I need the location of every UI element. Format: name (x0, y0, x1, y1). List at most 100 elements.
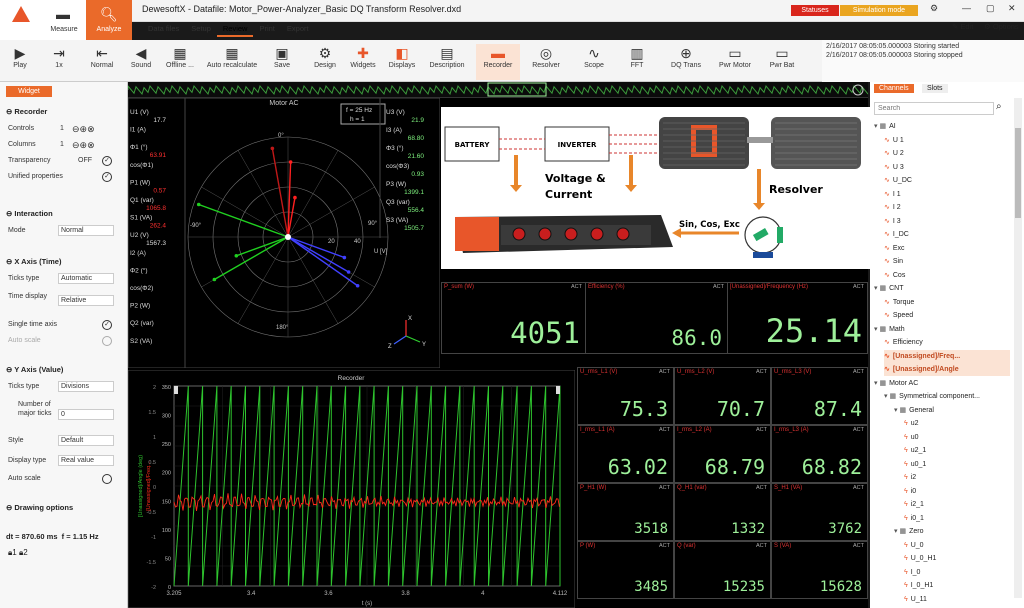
options-button[interactable]: ⚙ Options (984, 22, 1019, 31)
transparency-value[interactable]: OFF (78, 154, 92, 168)
channel-item[interactable]: ϟ i2_1 (904, 498, 1010, 511)
toolbar-1x-button[interactable]: ⇥ 1x (40, 44, 78, 80)
display-type-select[interactable]: Real value (58, 455, 114, 466)
slots-tab[interactable]: Slots (922, 84, 948, 93)
cursor-handle[interactable] (174, 386, 178, 394)
channel-item[interactable]: ∿ U 2 (884, 147, 1010, 160)
toolbar-widgets-button[interactable]: ✚ Widgets (344, 44, 382, 80)
minimize-icon[interactable]: — (962, 3, 971, 13)
scrollbar-thumb[interactable] (1015, 128, 1021, 218)
channel-item[interactable]: ∿ [Unassigned]/Freq... (884, 349, 1010, 363)
channel-item[interactable]: ϟ i2 (904, 471, 1010, 484)
stepper-icons[interactable]: ⊖⊕⊗ (72, 122, 95, 136)
digital-display[interactable]: I_rms_L2 (A) ACT 68.79 (674, 425, 771, 483)
mode-select[interactable]: Normal (58, 225, 114, 236)
channel-item[interactable]: ϟ U_0_H1 (904, 552, 1010, 565)
mode-measure-button[interactable]: ▬ Measure (42, 0, 86, 40)
channel-item[interactable]: ∿ Cos (884, 269, 1010, 282)
toolbar-design-button[interactable]: ⚙ Design (308, 44, 342, 80)
channel-item[interactable]: ∿ I_DC (884, 228, 1010, 241)
channel-item[interactable]: ϟ i0 (904, 485, 1010, 498)
channel-group[interactable]: ▾ ▦ AI (874, 120, 1010, 133)
digital-display[interactable]: Efficiency (%) ACT 86.0 (585, 282, 728, 354)
channel-item[interactable]: ∿ I 1 (884, 188, 1010, 201)
channel-item[interactable]: ϟ i0_1 (904, 512, 1010, 525)
time-display-select[interactable]: Relative (58, 295, 114, 306)
vector-scope[interactable]: Motor AC f = 25 Hz h = 1 0° 90° -90° 180° 20 40 U… (128, 98, 440, 368)
toolbar-sound-button[interactable]: ◀ Sound (124, 44, 158, 80)
toolbar-recorder-button[interactable]: ▬ Recorder (476, 44, 520, 80)
digital-display[interactable]: P (W) ACT 3485 (577, 541, 674, 599)
recorder-chart[interactable]: Recorder3.205 3.4 3.6 3.8 4 4.112t (s)3503002… (128, 370, 575, 608)
tab-data-files[interactable]: Data files (142, 22, 185, 35)
toolbar-pwr-bat-button[interactable]: ▭ Pwr Bat (760, 44, 804, 80)
channel-item[interactable]: ∿ I 2 (884, 201, 1010, 214)
channels-scrollbar[interactable] (1014, 98, 1022, 598)
channel-item[interactable]: ∿ [Unassigned]/Angle (884, 363, 1010, 376)
digital-display[interactable]: S (VA) ACT 15628 (771, 541, 868, 599)
channel-item[interactable]: ∿ Exc (884, 242, 1010, 255)
simulation-mode-badge[interactable]: Simulation mode (840, 5, 918, 16)
digital-display[interactable]: U_rms_L1 (V) ACT 75.3 (577, 367, 674, 425)
digital-display[interactable]: Q_H1 (var) ACT 1332 (674, 483, 771, 541)
toolbar-save-button[interactable]: ▣ Save (264, 44, 300, 80)
check-icon[interactable]: ✓ (102, 172, 112, 182)
check-icon[interactable]: ✓ (102, 156, 112, 166)
toolbar-normal-button[interactable]: ⇤ Normal (84, 44, 120, 80)
toolbar-auto-recalculate-button[interactable]: ▦ Auto recalculate (202, 44, 262, 80)
toolbar-fft-button[interactable]: ▥ FFT (620, 44, 654, 80)
maximize-icon[interactable]: ▢ (986, 3, 995, 14)
channel-item[interactable]: ∿ U 1 (884, 134, 1010, 147)
channel-item[interactable]: ϟ I_0_H1 (904, 579, 1010, 592)
tab-export[interactable]: Export (281, 22, 315, 35)
channel-item[interactable]: ϟ u2_1 (904, 444, 1010, 457)
channel-group[interactable]: ▾ ▦ CNT (874, 282, 1010, 295)
stepper-icons[interactable]: ⊖⊕⊗ (72, 138, 95, 152)
widget-tab[interactable]: Widget (6, 86, 52, 97)
digital-display[interactable]: U_rms_L2 (V) ACT 70.7 (674, 367, 771, 425)
digital-display[interactable]: U_rms_L3 (V) ACT 87.4 (771, 367, 868, 425)
digital-display[interactable]: Q (var) ACT 15235 (674, 541, 771, 599)
channel-item[interactable]: ϟ u0 (904, 431, 1010, 444)
channel-item[interactable]: ∿ Speed (884, 309, 1010, 322)
tab-review[interactable]: Review (216, 22, 254, 37)
channel-item[interactable]: ϟ U_0 (904, 539, 1010, 552)
channel-group[interactable]: ▾ ▦ Symmetrical component... (884, 390, 1010, 403)
channel-item[interactable]: ∿ Efficiency (884, 336, 1010, 349)
digital-display[interactable]: I_rms_L3 (A) ACT 68.82 (771, 425, 868, 483)
channel-item[interactable]: ϟ u0_1 (904, 458, 1010, 471)
tab-setup[interactable]: Setup (185, 22, 217, 35)
channel-search-input[interactable] (874, 102, 994, 115)
toolbar-offline-button[interactable]: ▦ Offline ... (162, 44, 198, 80)
close-icon[interactable]: ✕ (1008, 3, 1016, 14)
toolbar-scope-button[interactable]: ∿ Scope (576, 44, 612, 80)
y-ticks-select[interactable]: Divisions (58, 381, 114, 392)
channel-group[interactable]: ▾ ▦ Motor AC (874, 377, 1010, 390)
tab-print[interactable]: Print (253, 22, 280, 35)
toolbar-pwr-motor-button[interactable]: ▭ Pwr Motor (714, 44, 756, 80)
toolbar-displays-button[interactable]: ◧ Displays (384, 44, 420, 80)
channel-item[interactable]: ∿ Sin (884, 255, 1010, 268)
digital-display[interactable]: P_H1 (W) ACT 3518 (577, 483, 674, 541)
digital-display[interactable]: I_rms_L1 (A) ACT 63.02 (577, 425, 674, 483)
toolbar-description-button[interactable]: ▤ Description (424, 44, 470, 80)
digital-display[interactable]: S_H1 (VA) ACT 3762 (771, 483, 868, 541)
style-select[interactable]: Default (58, 435, 114, 446)
edit-button[interactable]: ✎ Edit (952, 22, 973, 31)
channel-item[interactable]: ∿ U 3 (884, 161, 1010, 174)
x-ticks-select[interactable]: Automatic (58, 273, 114, 284)
cursor-handle[interactable] (556, 386, 560, 394)
search-icon[interactable]: ⌕ (996, 101, 1002, 112)
toolbar-play-button[interactable]: ▶ Play (4, 44, 36, 80)
channel-item[interactable]: ϟ U_11 (904, 593, 1010, 606)
digital-display[interactable]: [Unassigned]/Frequency (Hz) ACT 25.14 (727, 282, 868, 354)
digital-display[interactable]: P_sum (W) ACT 4051 (441, 282, 586, 354)
channel-item[interactable]: ∿ Torque (884, 296, 1010, 309)
settings-icon[interactable]: ⚙ (930, 3, 938, 14)
radio-icon[interactable] (102, 336, 112, 346)
radio-icon[interactable] (102, 474, 112, 484)
channel-group[interactable]: ▾ ▦ General (894, 404, 1010, 417)
channel-item[interactable]: ϟ I_0 (904, 566, 1010, 579)
status-badge[interactable]: Statuses (791, 5, 839, 16)
check-icon[interactable]: ✓ (102, 320, 112, 330)
